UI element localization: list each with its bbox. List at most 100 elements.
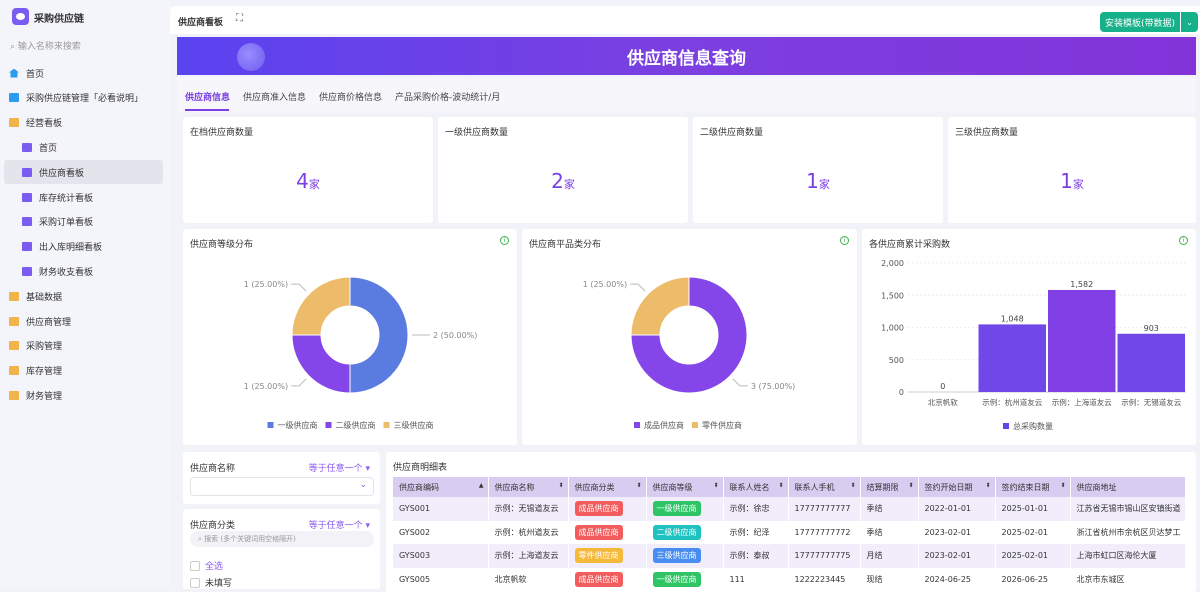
filter-supplier-name: 供应商名称 等于任意一个 ▾ ⌄ — [183, 452, 380, 504]
sort-icon[interactable]: ⬍ — [778, 482, 783, 489]
sort-icon[interactable]: ⬍ — [558, 482, 563, 489]
column-header[interactable]: 联系人姓名 ⬍ — [723, 477, 789, 497]
column-header[interactable]: 供应商等级 ⬍ — [646, 477, 724, 497]
install-template-button[interactable]: 安装模板(带数据) — [1100, 12, 1180, 32]
category-search-input[interactable]: ⌕ 搜索 (多个关键词用空格隔开) — [190, 531, 374, 547]
table-cell: 2023-02-01 — [918, 544, 996, 568]
tag-badge: 一级供应商 — [652, 501, 701, 517]
table-row[interactable]: GYS003 示例：上海道友云 零件供应商 三级供应商 示例：泰叔 17777777775… — [393, 544, 1185, 568]
table-row[interactable]: GYS002 示例：杭州道友云 成品供应商 二级供应商 示例：纪泽 17777777772… — [393, 520, 1185, 544]
page-title: 供应商看板 — [178, 18, 224, 28]
table-cell: 2026-06-25 — [995, 567, 1071, 591]
chart-icon — [22, 142, 32, 152]
kpi-value: 2家 — [438, 169, 688, 193]
fullscreen-icon[interactable]: ⛶ — [236, 13, 243, 24]
column-header[interactable]: 供应商地址 — [1070, 477, 1185, 497]
sort-icon[interactable]: ⬍ — [985, 482, 990, 489]
sidebar-item[interactable]: 首页 — [4, 135, 163, 159]
chart-icon — [22, 167, 32, 177]
kpi-label: 一级供应商数量 — [445, 128, 509, 138]
column-header[interactable]: 联系人手机 ⬍ — [788, 477, 861, 497]
sort-icon[interactable]: ⬍ — [636, 482, 641, 489]
search-placeholder: 输入名称来搜索 — [17, 42, 81, 52]
install-dropdown-button[interactable]: ⌄ — [1181, 12, 1198, 32]
checkbox[interactable] — [190, 560, 200, 571]
sidebar-item[interactable]: 供应商管理 — [4, 309, 163, 333]
bar[interactable] — [978, 324, 1047, 392]
sidebar-item[interactable]: 财务收支看板 — [4, 259, 163, 283]
sidebar-item[interactable]: 财务管理 — [4, 383, 163, 407]
sidebar-item[interactable]: 采购供应链管理「必看说明」 — [4, 86, 163, 110]
sidebar-item-label: 基础数据 — [26, 292, 63, 303]
filter-operator[interactable]: 等于任意一个 ▾ — [309, 461, 370, 474]
bar[interactable] — [1117, 333, 1186, 392]
legend-item[interactable]: 总采购数量 — [1013, 421, 1053, 431]
sidebar-item-label: 供应商看板 — [39, 168, 85, 179]
supplier-name-select[interactable]: ⌄ — [190, 477, 374, 496]
sidebar-item-label: 采购管理 — [26, 342, 63, 353]
label-leader — [732, 378, 748, 387]
column-header[interactable]: 签约开始日期 ⬍ — [918, 477, 996, 497]
legend-item[interactable]: 一级供应商 — [278, 420, 318, 430]
column-header-label: 供应商地址 — [1076, 482, 1117, 492]
tag-badge: 二级供应商 — [652, 524, 701, 540]
table-cell: 2024-06-25 — [918, 567, 996, 591]
tab-supplier-price[interactable]: 供应商价格信息 — [319, 90, 382, 103]
y-tick-label: 1,500 — [881, 291, 904, 300]
sidebar-item[interactable]: 首页 — [4, 61, 163, 85]
sidebar-item[interactable]: 采购订单看板 — [4, 210, 163, 234]
column-header[interactable]: 签约结束日期 ⬍ — [995, 477, 1071, 497]
tab-supplier-admission[interactable]: 供应商准入信息 — [243, 90, 306, 103]
sidebar-item[interactable]: 经营看板 — [4, 111, 163, 135]
legend-item[interactable]: 三级供应商 — [394, 420, 434, 430]
sidebar-search[interactable]: ⌕ 输入名称来搜索 — [10, 39, 81, 52]
option-empty[interactable]: 未填写 — [190, 576, 232, 589]
pie-slice[interactable] — [349, 276, 409, 394]
operator-text: 等于任意一个 — [308, 464, 363, 474]
table-cell: GYS005 — [393, 567, 489, 591]
column-header[interactable]: 供应商编码 ▲ — [393, 477, 489, 497]
option-select-all[interactable]: 全选 — [190, 559, 223, 572]
sidebar-item[interactable]: 库存管理 — [4, 359, 163, 383]
sidebar-item[interactable]: 库存统计看板 — [4, 185, 163, 209]
sort-icon[interactable]: ⬍ — [908, 482, 913, 489]
column-header[interactable]: 供应商名称 ⬍ — [488, 477, 569, 497]
bar-value-label: 903 — [1144, 324, 1159, 333]
filter-operator[interactable]: 等于任意一个 ▾ — [309, 518, 370, 531]
column-header[interactable]: 结算期限 ⬍ — [860, 477, 919, 497]
legend-item[interactable]: 二级供应商 — [336, 420, 376, 430]
sort-icon[interactable]: ⬍ — [713, 482, 718, 489]
tab-supplier-info[interactable]: 供应商信息 — [185, 90, 230, 103]
sidebar-item[interactable]: 基础数据 — [4, 284, 163, 308]
column-header[interactable]: 供应商分类 ⬍ — [568, 477, 647, 497]
table-row[interactable]: GYS001 示例：无锡道友云 成品供应商 一级供应商 示例：徐忠 17777777777… — [393, 497, 1185, 521]
filter-label: 供应商分类 — [190, 521, 236, 531]
purchase-bar-chart: 0 500 1,000 1,500 2,000 0 北京帆软 1,048 示例：杭州道友云 1,5… — [881, 259, 1186, 431]
supplier-table-card: 供应商明细表 供应商编码 ▲ 供应商名称 ⬍ 供应商分类 ⬍ 供应商等级 ⬍ 联系人姓名 ⬍ 联系人… — [386, 452, 1196, 592]
table-cell: 北京帆软 — [488, 567, 569, 591]
table-cell: 2025-02-01 — [995, 520, 1071, 544]
tab-price-fluctuation[interactable]: 产品采购价格-波动统计/月 — [395, 90, 500, 103]
data-label: 1 (25.00%) — [244, 382, 288, 391]
sidebar-item-label: 采购供应链管理「必看说明」 — [26, 94, 144, 105]
sidebar-item[interactable]: 出入库明细看板 — [4, 235, 163, 259]
bar[interactable] — [1048, 289, 1116, 392]
table-cell: 2023-02-01 — [918, 520, 996, 544]
y-tick-label: 500 — [889, 356, 904, 365]
table-row[interactable]: GYS005 北京帆软 成品供应商 一级供应商 111 1222223445 现结 2024-… — [393, 567, 1185, 591]
kpi-value: 4家 — [183, 169, 433, 193]
sort-icon[interactable]: ⬍ — [850, 482, 855, 489]
sidebar-item[interactable]: 采购管理 — [4, 334, 163, 358]
sidebar-item[interactable]: 供应商看板 — [4, 160, 163, 185]
sidebar-item-label: 财务收支看板 — [39, 267, 94, 278]
legend-item[interactable]: 零件供应商 — [702, 420, 742, 430]
sidebar-item-label: 财务管理 — [26, 391, 63, 402]
legend-item[interactable]: 成品供应商 — [644, 420, 684, 430]
sort-icon[interactable]: ⬍ — [1060, 482, 1065, 489]
legend-swatch — [634, 422, 640, 428]
table-cell: 成品供应商 — [568, 567, 647, 591]
checkbox[interactable] — [190, 577, 200, 588]
kpi-card: 一级供应商数量 2家 — [438, 117, 688, 223]
table-cell: 示例：徐忠 — [723, 497, 789, 521]
sort-icon[interactable]: ▲ — [479, 482, 484, 489]
